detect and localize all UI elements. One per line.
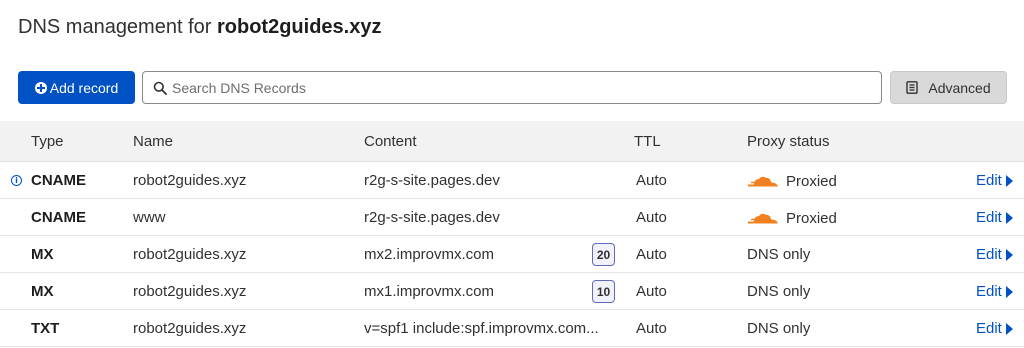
- proxy-status: DNS only: [747, 283, 811, 300]
- advanced-label: Advanced: [928, 79, 991, 96]
- column-header-proxy-status[interactable]: Proxy status: [747, 133, 830, 150]
- add-record-button[interactable]: Add record: [18, 71, 135, 104]
- record-type: CNAME: [31, 209, 86, 226]
- record-content: mx1.improvmx.com: [364, 283, 495, 300]
- caret-right-icon: [1005, 322, 1013, 335]
- table-header: Type Name Content TTL Proxy status: [0, 121, 1024, 162]
- caret-right-icon: [1005, 285, 1013, 298]
- proxy-status: Proxied: [747, 173, 837, 190]
- record-name: www: [133, 209, 166, 226]
- record-ttl: Auto: [636, 246, 667, 263]
- record-content: r2g-s-site.pages.dev: [364, 172, 500, 189]
- record-ttl: Auto: [636, 283, 667, 300]
- caret-right-icon: [1005, 248, 1013, 261]
- edit-link[interactable]: Edit: [976, 172, 1013, 189]
- search-input[interactable]: [172, 79, 852, 96]
- priority-badge: 20: [592, 243, 615, 266]
- table-row[interactable]: TXT robot2guides.xyz v=spf1 include:spf.…: [0, 310, 1024, 347]
- column-header-name[interactable]: Name: [133, 133, 173, 150]
- column-header-type[interactable]: Type: [31, 133, 64, 150]
- table-row[interactable]: i CNAME robot2guides.xyz r2g-s-site.page…: [0, 162, 1024, 199]
- caret-right-icon: [1005, 211, 1013, 224]
- search-icon: [153, 81, 167, 95]
- record-type: MX: [31, 246, 54, 263]
- priority-badge: 10: [592, 280, 615, 303]
- dns-toolbar: Add record Advanced: [18, 71, 1008, 104]
- column-header-ttl[interactable]: TTL: [634, 133, 661, 150]
- record-ttl: Auto: [636, 172, 667, 189]
- proxy-status-label: Proxied: [786, 173, 837, 190]
- edit-label: Edit: [976, 172, 1002, 189]
- edit-link[interactable]: Edit: [976, 320, 1013, 337]
- column-header-content[interactable]: Content: [364, 133, 417, 150]
- edit-link[interactable]: Edit: [976, 283, 1013, 300]
- record-content: v=spf1 include:spf.improvmx.com...: [364, 320, 599, 337]
- edit-link[interactable]: Edit: [976, 209, 1013, 226]
- edit-label: Edit: [976, 283, 1002, 300]
- edit-label: Edit: [976, 246, 1002, 263]
- edit-label: Edit: [976, 209, 1002, 226]
- add-record-label: Add record: [49, 79, 119, 96]
- record-name: robot2guides.xyz: [133, 320, 247, 337]
- edit-link[interactable]: Edit: [976, 246, 1013, 263]
- document-icon: [906, 81, 919, 94]
- dns-records-table: Type Name Content TTL Proxy status i CNA…: [0, 121, 1024, 347]
- orange-cloud-icon: [748, 176, 778, 186]
- record-ttl: Auto: [636, 320, 667, 337]
- search-box[interactable]: [142, 71, 882, 104]
- record-name: robot2guides.xyz: [133, 283, 247, 300]
- record-type: CNAME: [31, 172, 86, 189]
- proxy-status: DNS only: [747, 246, 811, 263]
- card-title: DNS management for robot2guides.xyz: [18, 16, 381, 39]
- edit-label: Edit: [976, 320, 1002, 337]
- plus-circle-icon: [34, 81, 47, 94]
- record-content: mx2.improvmx.com: [364, 246, 495, 263]
- record-type: MX: [31, 283, 54, 300]
- record-name: robot2guides.xyz: [133, 172, 247, 189]
- info-icon[interactable]: i: [11, 175, 22, 186]
- proxy-status: DNS only: [747, 320, 811, 337]
- record-content: r2g-s-site.pages.dev: [364, 209, 500, 226]
- domain-name: robot2guides.xyz: [216, 16, 382, 38]
- title-prefix: DNS management for: [18, 16, 217, 38]
- table-row[interactable]: CNAME www r2g-s-site.pages.dev Auto Prox…: [0, 199, 1024, 236]
- advanced-button[interactable]: Advanced: [890, 71, 1007, 104]
- table-row[interactable]: MX robot2guides.xyz mx2.improvmx.com 20 …: [0, 236, 1024, 273]
- record-name: robot2guides.xyz: [133, 246, 247, 263]
- record-type: TXT: [31, 320, 60, 337]
- proxy-status-label: Proxied: [786, 210, 837, 227]
- caret-right-icon: [1005, 174, 1013, 187]
- orange-cloud-icon: [748, 213, 778, 223]
- record-ttl: Auto: [636, 209, 667, 226]
- proxy-status: Proxied: [747, 210, 837, 227]
- table-row[interactable]: MX robot2guides.xyz mx1.improvmx.com 10 …: [0, 273, 1024, 310]
